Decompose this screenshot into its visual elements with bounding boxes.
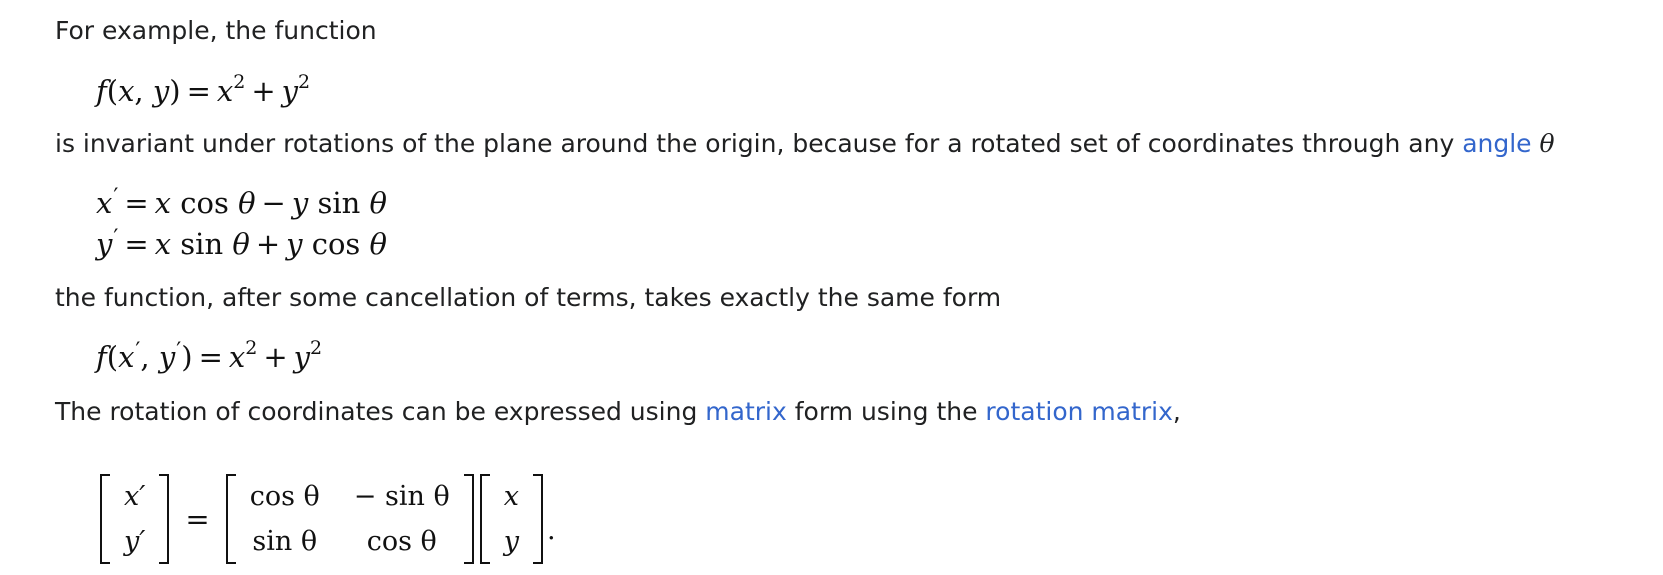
matrix-rhs: x y xyxy=(479,474,543,564)
matrix-lhs: x′ y′ xyxy=(100,474,170,564)
equation-function-rotated: f(x′, y′) = x2 + y2 xyxy=(96,337,323,375)
theta-symbol: θ xyxy=(1539,129,1555,158)
paragraph-same-form: the function, after some cancellation of… xyxy=(55,283,1002,312)
equation-function: f(x, y) = x2 + y2 xyxy=(96,71,311,109)
equation-rotation-x: x′ = x cos θ − y sin θ xyxy=(96,185,387,220)
paragraph-matrix-form: The rotation of coordinates can be expre… xyxy=(55,397,1181,427)
paragraph-matrix-text-2: form using the xyxy=(786,397,986,426)
paragraph-invariance-text: is invariant under rotations of the plan… xyxy=(55,129,1463,158)
rotation-matrix-entry: cos θ xyxy=(249,480,320,512)
link-rotation-matrix[interactable]: rotation matrix xyxy=(985,397,1172,426)
rotation-matrix-entry: sin θ xyxy=(252,525,318,557)
paragraph-invariance: is invariant under rotations of the plan… xyxy=(55,129,1555,159)
rotation-matrix-entry: − sin θ xyxy=(353,480,450,512)
matrix-rhs-entry: y xyxy=(503,525,519,557)
equals-sign: = xyxy=(185,502,210,536)
paragraph-intro: For example, the function xyxy=(55,16,377,45)
equation-matrix-form: x′ y′ = cos θ sin θ − sin θ cos θ x y . xyxy=(100,474,556,564)
paragraph-matrix-text-1: The rotation of coordinates can be expre… xyxy=(55,397,706,426)
link-matrix[interactable]: matrix xyxy=(705,397,787,426)
paragraph-matrix-text-3: , xyxy=(1172,397,1181,426)
matrix-rhs-entry: x xyxy=(503,480,519,512)
equation-rotation-y: y′ = x sin θ + y cos θ xyxy=(96,226,388,261)
link-angle[interactable]: angle xyxy=(1462,129,1531,158)
matrix-lhs-entry: y′ xyxy=(124,525,146,557)
rotation-matrix: cos θ sin θ − sin θ cos θ xyxy=(225,474,474,564)
rotation-matrix-entry: cos θ xyxy=(366,525,437,557)
matrix-lhs-entry: x′ xyxy=(124,480,146,512)
equation-period: . xyxy=(546,515,556,546)
